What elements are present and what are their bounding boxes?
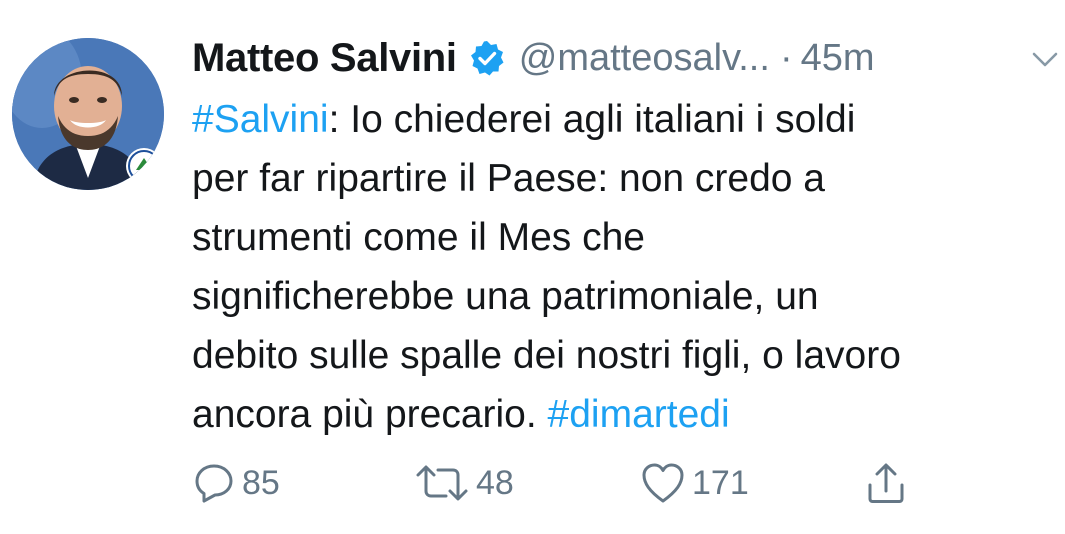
tweet-line: #Salvini: Io chiederei agli italiani i s… bbox=[192, 98, 856, 141]
tweet-timestamp[interactable]: 45m bbox=[801, 37, 875, 80]
reply-icon bbox=[192, 461, 236, 505]
display-name[interactable]: Matteo Salvini bbox=[192, 36, 457, 81]
tweet-card: Matteo Salvini @matteosalv... · 45m #Sal… bbox=[0, 0, 1065, 534]
avatar-image bbox=[12, 38, 164, 190]
retweet-icon bbox=[414, 461, 470, 505]
avatar[interactable] bbox=[12, 38, 164, 190]
tweet-header: Matteo Salvini @matteosalv... · 45m bbox=[192, 28, 1058, 88]
tweet-line: ancora più precario. #dimartedi bbox=[192, 393, 730, 436]
chevron-down-icon[interactable] bbox=[1030, 44, 1060, 74]
tweet-actions: 85 48 171 bbox=[192, 458, 952, 508]
heart-icon bbox=[640, 461, 686, 505]
like-button[interactable]: 171 bbox=[640, 458, 749, 508]
hashtag-link[interactable]: #Salvini bbox=[192, 98, 329, 141]
hashtag-link[interactable]: #dimartedi bbox=[548, 393, 730, 436]
reply-button[interactable]: 85 bbox=[192, 458, 280, 508]
reply-count: 85 bbox=[242, 463, 280, 502]
share-icon bbox=[864, 461, 908, 505]
share-button[interactable] bbox=[864, 458, 908, 508]
separator-dot: · bbox=[779, 36, 793, 79]
user-handle[interactable]: @matteosalv... bbox=[519, 37, 770, 80]
retweet-count: 48 bbox=[476, 463, 514, 502]
tweet-text: #Salvini: Io chiederei agli italiani i s… bbox=[192, 90, 1052, 444]
tweet-line: debito sulle spalle dei nostri figli, o … bbox=[192, 334, 901, 377]
tweet-line: significherebbe una patrimoniale, un bbox=[192, 275, 819, 318]
retweet-button[interactable]: 48 bbox=[414, 458, 514, 508]
verified-badge-icon bbox=[469, 40, 505, 76]
tweet-line: per far ripartire il Paese: non credo a bbox=[192, 157, 825, 200]
like-count: 171 bbox=[692, 463, 749, 502]
tweet-line: strumenti come il Mes che bbox=[192, 216, 645, 259]
